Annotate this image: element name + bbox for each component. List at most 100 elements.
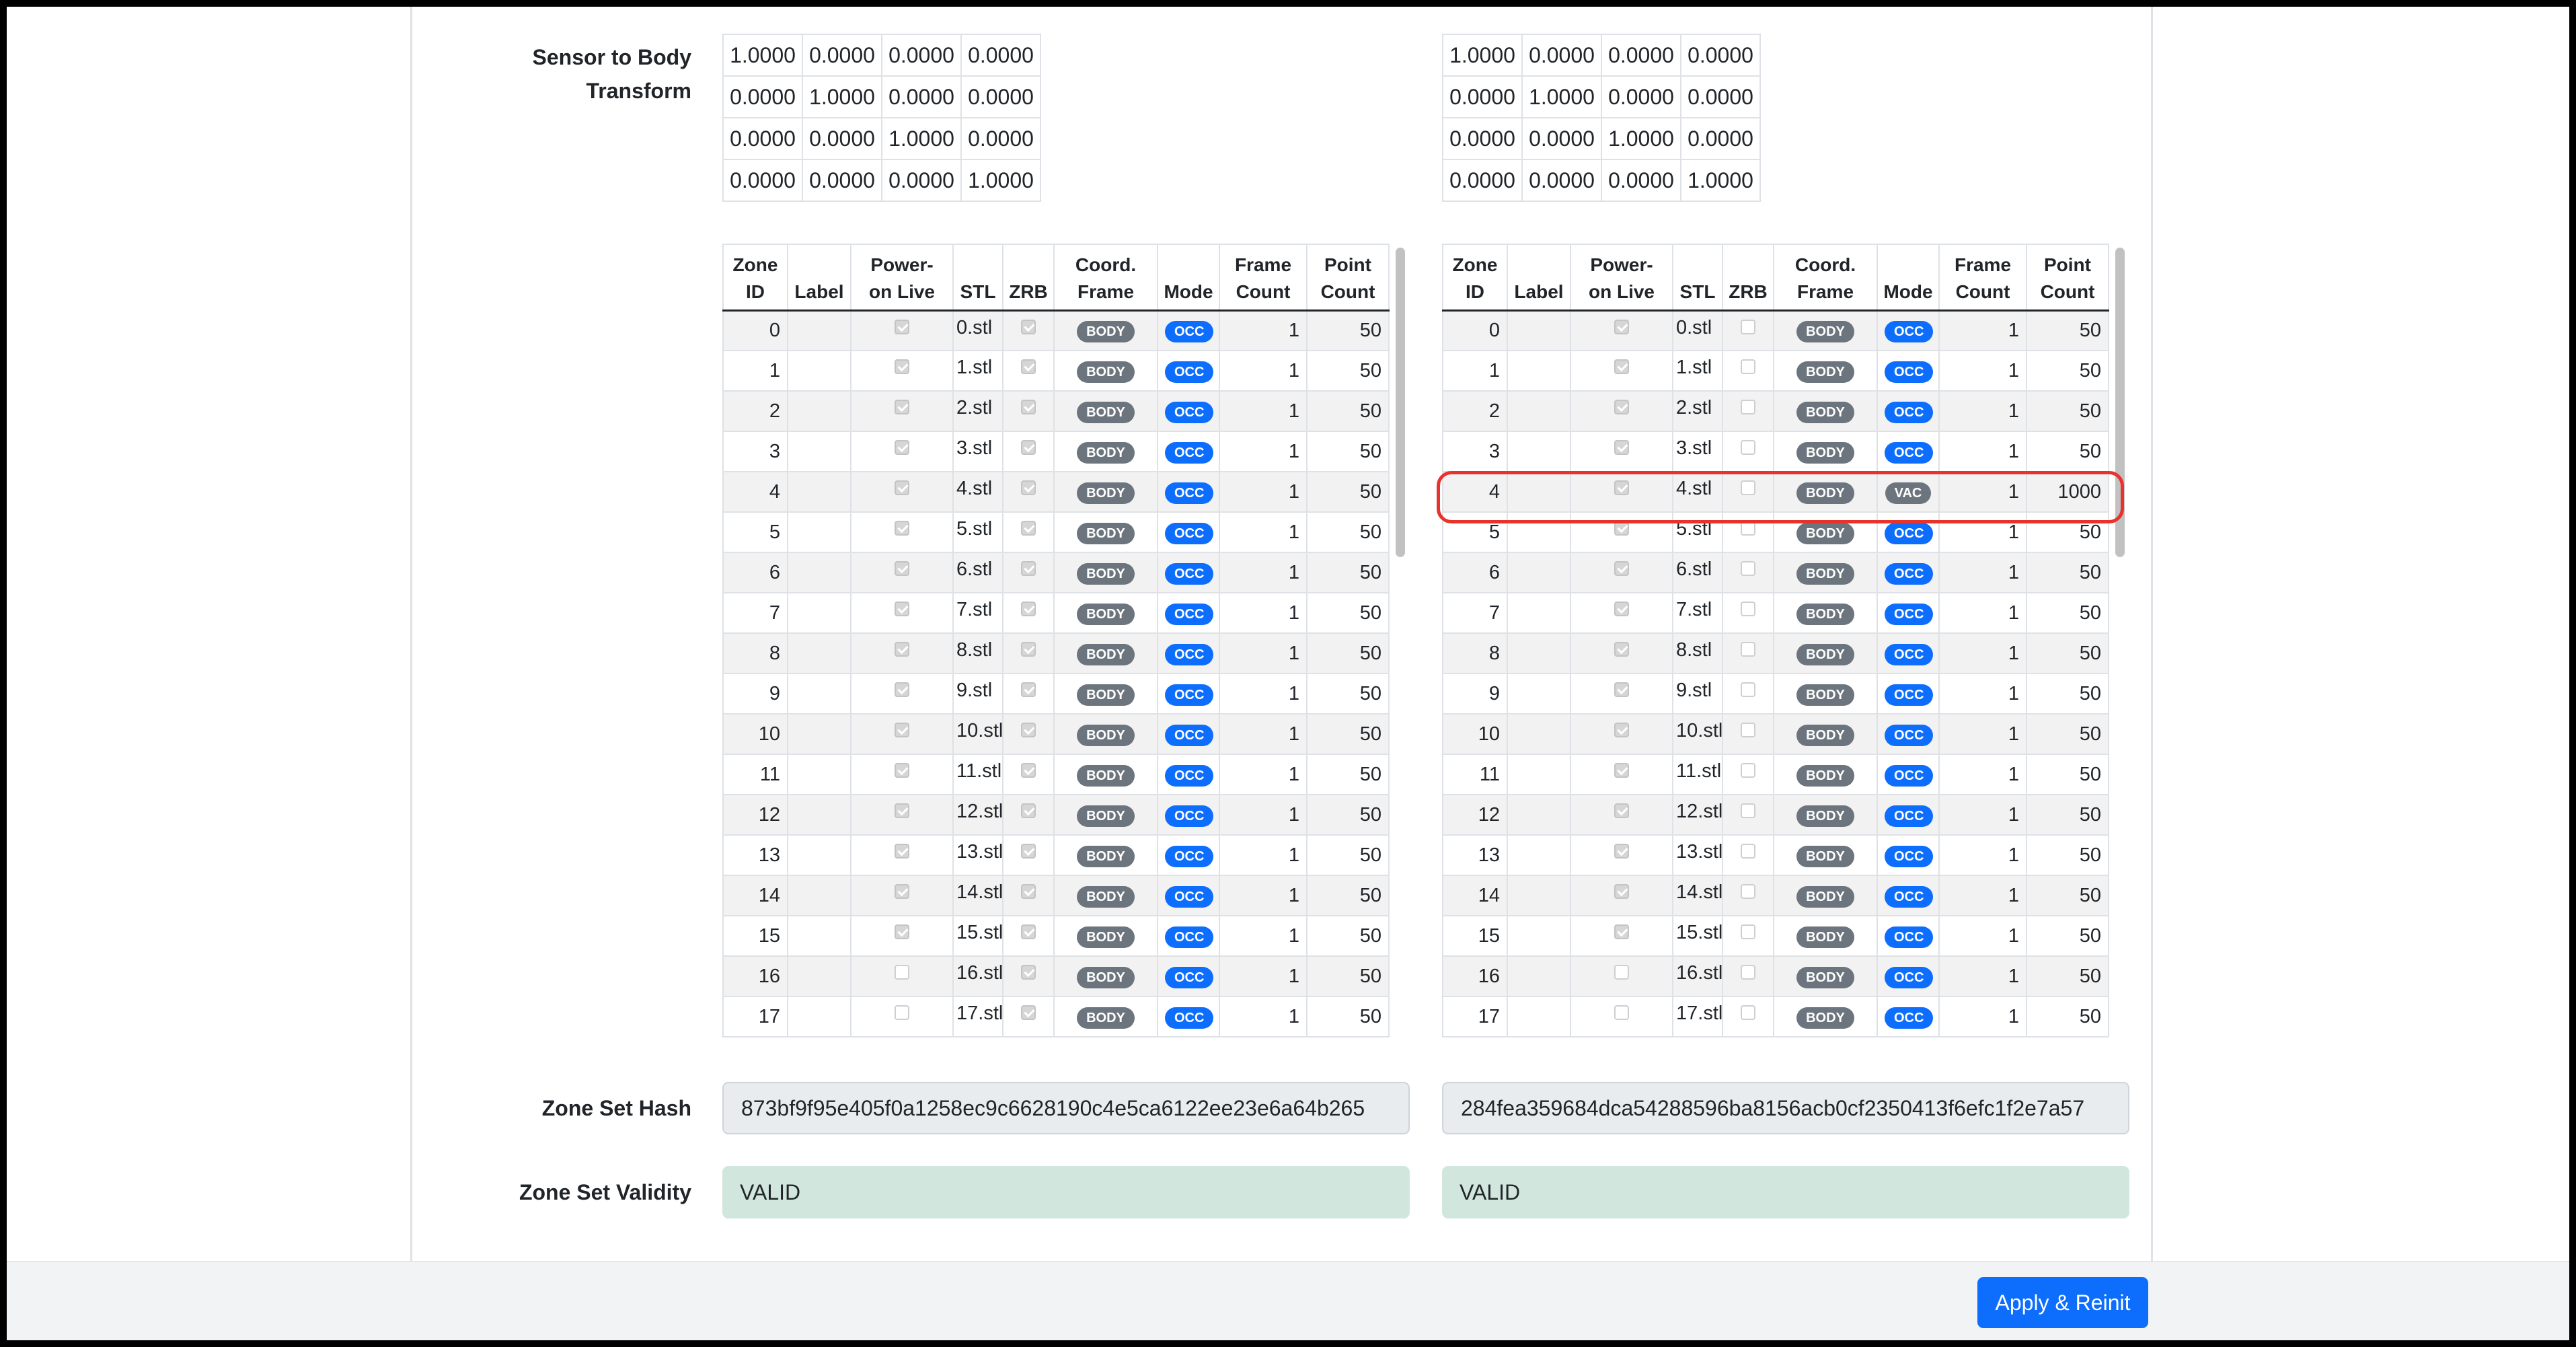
stl-cell: 17.stl <box>952 996 1003 1037</box>
zrb-checkbox[interactable] <box>1021 723 1036 737</box>
power-on-live-checkbox[interactable] <box>895 965 909 980</box>
zrb-checkbox[interactable] <box>1741 682 1755 697</box>
power-on-live-checkbox[interactable] <box>895 924 909 939</box>
coord-frame-cell: BODY <box>1773 552 1878 593</box>
power-on-live-checkbox[interactable] <box>895 803 909 818</box>
zrb-checkbox[interactable] <box>1021 884 1036 899</box>
zrb-checkbox[interactable] <box>1021 480 1036 495</box>
power-on-live-checkbox[interactable] <box>1614 1005 1629 1020</box>
zrb-cell <box>1722 996 1774 1037</box>
power-on-live-checkbox[interactable] <box>1614 723 1629 737</box>
left-scroll-thumb[interactable] <box>1396 248 1405 557</box>
zrb-checkbox[interactable] <box>1741 440 1755 455</box>
header-line: Point <box>1324 254 1371 275</box>
zrb-checkbox[interactable] <box>1741 884 1755 899</box>
power-on-live-checkbox[interactable] <box>1614 602 1629 616</box>
power-on-live-checkbox[interactable] <box>1614 924 1629 939</box>
zrb-checkbox[interactable] <box>1741 561 1755 576</box>
power-on-live-checkbox[interactable] <box>1614 965 1629 980</box>
power-on-live-checkbox[interactable] <box>1614 319 1629 334</box>
zrb-checkbox[interactable] <box>1021 359 1036 374</box>
zrb-checkbox[interactable] <box>1021 763 1036 778</box>
frame-count-cell: 1 <box>1219 875 1308 916</box>
power-on-live-checkbox[interactable] <box>895 1005 909 1020</box>
zrb-checkbox[interactable] <box>1021 602 1036 616</box>
power-on-live-checkbox[interactable] <box>895 763 909 778</box>
power-on-live-checkbox[interactable] <box>1614 359 1629 374</box>
zrb-checkbox[interactable] <box>1741 400 1755 414</box>
zone-label-cell <box>787 592 851 634</box>
power-on-live-checkbox[interactable] <box>895 319 909 334</box>
power-on-live-checkbox[interactable] <box>1614 763 1629 778</box>
zrb-checkbox[interactable] <box>1741 1005 1755 1020</box>
matrix-cell: 1.0000 <box>722 34 803 77</box>
apply-reinit-button[interactable]: Apply & Reinit <box>1977 1277 2148 1328</box>
power-on-live-checkbox[interactable] <box>895 440 909 455</box>
zrb-checkbox[interactable] <box>1741 924 1755 939</box>
power-on-live-checkbox[interactable] <box>1614 400 1629 414</box>
zrb-checkbox[interactable] <box>1741 844 1755 859</box>
zrb-checkbox[interactable] <box>1021 965 1036 980</box>
zrb-checkbox[interactable] <box>1021 844 1036 859</box>
power-on-live-checkbox[interactable] <box>895 884 909 899</box>
zrb-checkbox[interactable] <box>1021 400 1036 414</box>
power-on-live-checkbox[interactable] <box>895 682 909 697</box>
stl-cell: 2.stl <box>1672 390 1723 432</box>
power-on-live-checkbox[interactable] <box>1614 561 1629 576</box>
zrb-checkbox[interactable] <box>1021 440 1036 455</box>
zrb-checkbox[interactable] <box>1021 561 1036 576</box>
coord-frame-cell: BODY <box>1053 713 1158 755</box>
mode-badge: OCC <box>1165 845 1214 867</box>
zrb-checkbox[interactable] <box>1741 803 1755 818</box>
power-on-live-checkbox[interactable] <box>895 723 909 737</box>
coord-frame-badge: BODY <box>1077 966 1135 988</box>
zrb-checkbox[interactable] <box>1741 965 1755 980</box>
matrix-cell: 1.0000 <box>802 75 882 118</box>
power-on-live-checkbox[interactable] <box>895 602 909 616</box>
zrb-checkbox[interactable] <box>1021 1005 1036 1020</box>
zrb-checkbox[interactable] <box>1741 642 1755 657</box>
point-count-cell: 50 <box>2026 915 2109 957</box>
power-on-live-checkbox[interactable] <box>895 844 909 859</box>
power-on-live-checkbox[interactable] <box>895 561 909 576</box>
power-on-live-checkbox[interactable] <box>1614 844 1629 859</box>
header-label: Label <box>1507 244 1571 312</box>
right-zone-table-container[interactable]: Zone ID Label Power-on Live STL ZRB Coord. Fram… <box>1442 244 2123 1050</box>
power-on-live-checkbox[interactable] <box>1614 803 1629 818</box>
point-count-cell: 50 <box>2026 632 2109 674</box>
power-on-live-checkbox[interactable] <box>1614 682 1629 697</box>
coord-frame-cell: BODY <box>1053 754 1158 795</box>
point-count-cell: 50 <box>2026 673 2109 715</box>
power-on-live-checkbox[interactable] <box>1614 884 1629 899</box>
power-on-live-checkbox[interactable] <box>1614 440 1629 455</box>
zrb-checkbox[interactable] <box>1741 319 1755 334</box>
power-on-live-checkbox[interactable] <box>895 521 909 536</box>
mode-cell: OCC <box>1157 390 1220 432</box>
power-on-live-checkbox[interactable] <box>895 359 909 374</box>
power-on-live-checkbox[interactable] <box>1614 642 1629 657</box>
power-on-live-checkbox[interactable] <box>895 480 909 495</box>
zrb-checkbox[interactable] <box>1021 924 1036 939</box>
power-on-live-checkbox[interactable] <box>895 400 909 414</box>
zrb-checkbox[interactable] <box>1021 803 1036 818</box>
zrb-checkbox[interactable] <box>1021 319 1036 334</box>
zrb-checkbox[interactable] <box>1741 723 1755 737</box>
coord-frame-cell: BODY <box>1773 794 1878 836</box>
power-on-live-checkbox[interactable] <box>895 642 909 657</box>
coord-frame-badge: BODY <box>1077 643 1135 665</box>
zrb-checkbox[interactable] <box>1021 642 1036 657</box>
left-zone-table-container[interactable]: Zone ID Label Power-on Live STL ZRB Coord. Fram… <box>722 244 1403 1050</box>
left-table-scrollbar[interactable] <box>1392 244 1407 1050</box>
left-zone-set-hash-field[interactable]: 873bf9f95e405f0a1258ec9c6628190c4e5ca612… <box>722 1082 1410 1134</box>
zrb-checkbox[interactable] <box>1021 521 1036 536</box>
zrb-checkbox[interactable] <box>1741 763 1755 778</box>
zrb-cell <box>1002 632 1055 674</box>
zrb-checkbox[interactable] <box>1741 602 1755 616</box>
right-table-scrollbar[interactable] <box>2112 244 2127 1050</box>
right-zone-set-hash-field[interactable]: 284fea359684dca54288596ba8156acb0cf23504… <box>1442 1082 2129 1134</box>
table-row: 7 7.stl BODY OCC 1 50 <box>722 592 1390 634</box>
zrb-checkbox[interactable] <box>1021 682 1036 697</box>
point-count-cell: 50 <box>1306 471 1390 513</box>
coord-frame-cell: BODY <box>1053 834 1158 876</box>
zrb-checkbox[interactable] <box>1741 359 1755 374</box>
